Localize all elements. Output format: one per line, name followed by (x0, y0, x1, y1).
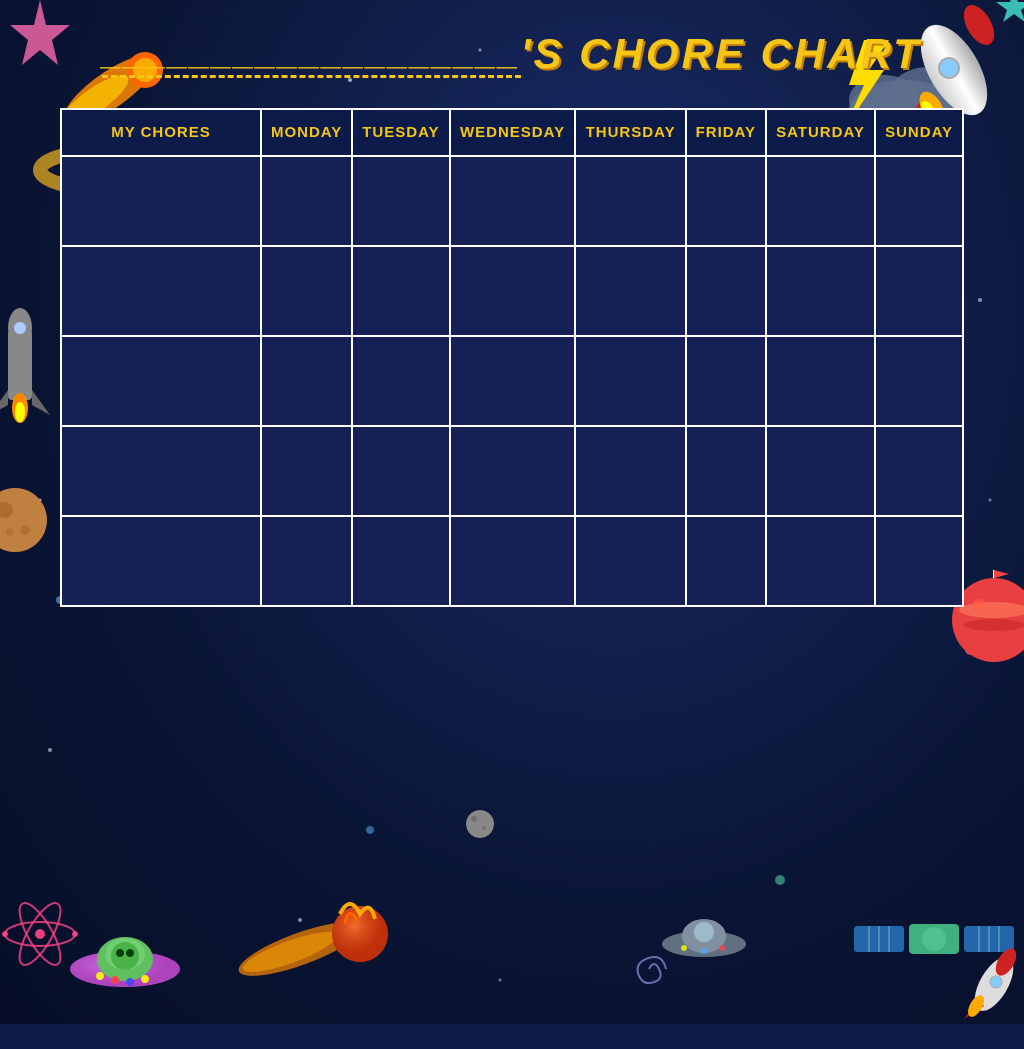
table-cell[interactable] (261, 336, 352, 426)
table-cell[interactable] (766, 426, 875, 516)
table-cell[interactable] (61, 516, 261, 606)
column-header-saturday: SATURDAY (766, 109, 875, 156)
column-header-sunday: SUNDAY (875, 109, 963, 156)
table-cell[interactable] (686, 156, 766, 246)
table-cell[interactable] (686, 246, 766, 336)
table-cell[interactable] (686, 426, 766, 516)
table-cell[interactable] (352, 156, 449, 246)
table-cell[interactable] (261, 516, 352, 606)
table-cell[interactable] (766, 336, 875, 426)
column-header-my-chores: MY CHORES (61, 109, 261, 156)
column-header-monday: MONDAY (261, 109, 352, 156)
table-cell[interactable] (352, 516, 449, 606)
chore-table: MY CHORESMONDAYTUESDAYWEDNESDAYTHURSDAYF… (60, 108, 964, 607)
chart-title: 'S CHORE CHART (521, 30, 922, 78)
column-header-tuesday: TUESDAY (352, 109, 449, 156)
table-cell[interactable] (352, 246, 449, 336)
table-cell[interactable] (575, 246, 685, 336)
table-cell[interactable] (686, 516, 766, 606)
table-cell[interactable] (450, 246, 576, 336)
table-row (61, 156, 963, 246)
column-header-friday: FRIDAY (686, 109, 766, 156)
column-header-thursday: THURSDAY (575, 109, 685, 156)
table-cell[interactable] (450, 516, 576, 606)
table-row (61, 246, 963, 336)
table-cell[interactable] (61, 156, 261, 246)
table-cell[interactable] (261, 426, 352, 516)
table-cell[interactable] (61, 426, 261, 516)
table-cell[interactable] (575, 516, 685, 606)
table-cell[interactable] (766, 516, 875, 606)
table-cell[interactable] (261, 156, 352, 246)
table-cell[interactable] (766, 246, 875, 336)
table-cell[interactable] (575, 156, 685, 246)
table-cell[interactable] (875, 336, 963, 426)
table-cell[interactable] (261, 246, 352, 336)
table-cell[interactable] (61, 336, 261, 426)
table-cell[interactable] (450, 156, 576, 246)
table-cell[interactable] (875, 156, 963, 246)
table-cell[interactable] (352, 336, 449, 426)
table-cell[interactable] (686, 336, 766, 426)
table-header-row: MY CHORESMONDAYTUESDAYWEDNESDAYTHURSDAYF… (61, 109, 963, 156)
table-cell[interactable] (352, 426, 449, 516)
table-cell[interactable] (575, 426, 685, 516)
column-header-wednesday: WEDNESDAY (450, 109, 576, 156)
title-row: ___________________ 'S CHORE CHART (60, 30, 964, 78)
table-cell[interactable] (875, 426, 963, 516)
table-row (61, 336, 963, 426)
table-row (61, 426, 963, 516)
table-cell[interactable] (450, 426, 576, 516)
table-row (61, 516, 963, 606)
table-cell[interactable] (766, 156, 875, 246)
table-cell[interactable] (875, 516, 963, 606)
table-cell[interactable] (61, 246, 261, 336)
name-line[interactable]: ___________________ (102, 31, 520, 78)
table-cell[interactable] (575, 336, 685, 426)
table-cell[interactable] (450, 336, 576, 426)
table-cell[interactable] (875, 246, 963, 336)
